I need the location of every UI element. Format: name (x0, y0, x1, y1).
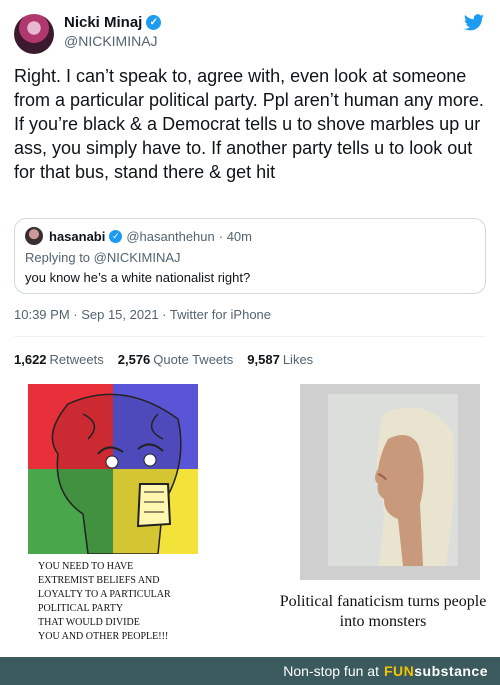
retweets-count: 1,622 (14, 352, 47, 367)
right-meme-caption: Political fanaticism turns people into m… (279, 593, 487, 630)
retweets-stat[interactable]: 1,622 Retweets (14, 352, 104, 367)
quoted-age: · 40m (218, 228, 252, 244)
likes-count: 9,587 (247, 352, 280, 367)
tweet-stats: 1,622 Retweets 2,576 Quote Tweets 9,587 Lik… (14, 352, 313, 367)
divider (14, 336, 486, 337)
user-handle[interactable]: @NICKIMINAJ (64, 33, 158, 49)
quoted-handle: @hasanthehun (126, 228, 215, 244)
profile-photo-frame (300, 384, 480, 580)
quoted-avatar (25, 227, 43, 245)
profile-avatar[interactable] (14, 14, 54, 54)
quoted-header: hasanabi ✓ @hasanthehun · 40m (25, 227, 475, 245)
footer-brand-fun: FUN (383, 663, 415, 679)
quote-count: 2,576 (117, 352, 151, 367)
likes-label: Likes (282, 352, 314, 367)
footer-brand: FUNsubstance (384, 663, 488, 679)
quoted-tweet[interactable]: hasanabi ✓ @hasanthehun · 40m Replying t… (14, 218, 486, 294)
retweets-label: Retweets (49, 352, 104, 367)
tweet-card: Nicki Minaj ✓ @NICKIMINAJ Right. I can’t… (0, 0, 500, 378)
angry-wojak-meme-image (28, 384, 198, 554)
quote-tweets-stat[interactable]: 2,576 Quote Tweets (118, 352, 234, 367)
verified-check-icon: ✓ (146, 15, 162, 30)
left-meme-caption: YOU NEED TO HAVE EXTREMIST BELIEFS AND L… (38, 561, 171, 642)
display-name[interactable]: Nicki Minaj ✓ (64, 14, 162, 31)
replying-to: Replying to @NICKIMINAJ (25, 250, 181, 265)
quoted-name: hasanabi (49, 228, 106, 244)
display-name-text: Nicki Minaj (64, 14, 143, 31)
footer-prefix: Non-stop fun at (283, 663, 379, 679)
quote-label: Quote Tweets (153, 352, 234, 367)
profile-photo-image (328, 394, 458, 566)
site-footer-banner[interactable]: Non-stop fun at FUNsubstance (0, 657, 500, 685)
verified-check-icon: ✓ (109, 229, 123, 243)
likes-stat[interactable]: 9,587 Likes (247, 352, 313, 367)
tweet-text: Right. I can’t speak to, agree with, eve… (14, 66, 484, 182)
footer-brand-rest: substance (414, 663, 488, 679)
tweet-timestamp[interactable]: 10:39 PM · Sep 15, 2021 · Twitter for iP… (14, 307, 271, 322)
quoted-text: you know he’s a white nationalist right? (25, 270, 251, 285)
twitter-bird-icon (463, 14, 485, 31)
